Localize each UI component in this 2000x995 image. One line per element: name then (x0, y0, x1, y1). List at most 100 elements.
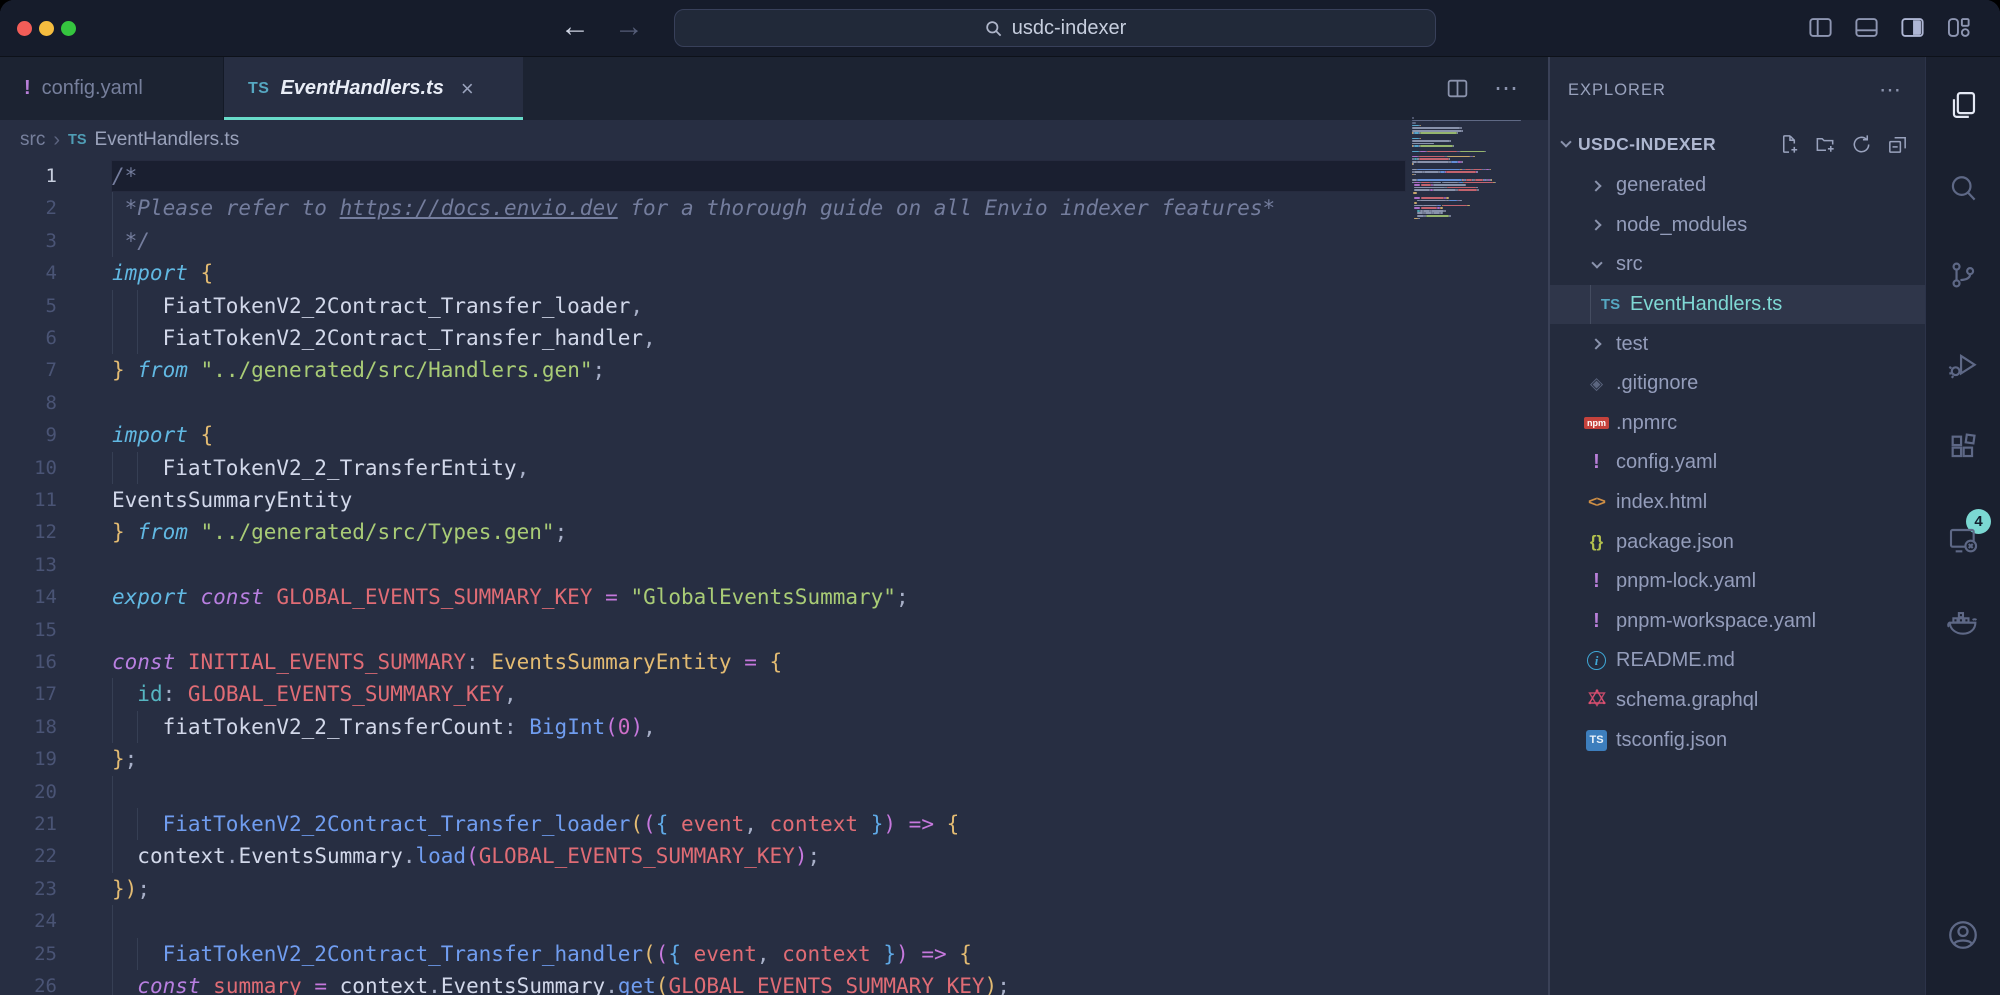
breadcrumb-separator: › (53, 129, 60, 152)
tree-item-config-yaml[interactable]: ! config.yaml (1550, 443, 1925, 483)
code-line: 8 (0, 387, 1548, 419)
tree-item-label: test (1616, 333, 1648, 356)
tree-item-label: README.md (1616, 649, 1735, 672)
tree-item--npmrc[interactable]: npm .npmrc (1550, 404, 1925, 444)
tree-item-src[interactable]: src (1550, 245, 1925, 285)
tab-bar: ! config.yaml TS EventHandlers.ts × ⋯ (0, 57, 1548, 120)
tree-item-label: package.json (1616, 531, 1734, 554)
warning-file-icon: ! (1593, 451, 1600, 474)
tree-item-package-json[interactable]: {} package.json (1550, 522, 1925, 562)
refresh-icon[interactable] (1850, 133, 1873, 156)
tree-item-label: config.yaml (1616, 451, 1717, 474)
chevron-right-icon (1590, 339, 1601, 350)
vscode-window: ← → usdc-indexer ! config.yaml TS EventH… (0, 0, 2000, 995)
search-value: usdc-indexer (1012, 17, 1127, 40)
navigate-back-button[interactable]: ← (560, 0, 590, 57)
command-center-search[interactable]: usdc-indexer (674, 9, 1436, 47)
tree-item-pnpm-lock-yaml[interactable]: !pnpm-lock.yaml (1550, 562, 1925, 602)
code-line: 18 fiatTokenV2_2_TransferCount: BigInt(0… (0, 711, 1548, 743)
code-editor[interactable]: 1/*2 *Please refer to https://docs.envio… (0, 160, 1548, 995)
chevron-right-icon (1590, 180, 1601, 191)
run-debug-icon[interactable] (1948, 350, 1979, 381)
tree-item-label: generated (1616, 174, 1706, 197)
file-tree: generatednode_modulessrcTSEventHandlers.… (1550, 166, 1925, 760)
typescript-file-icon: TS (248, 80, 269, 98)
workspace-section-header[interactable]: USDC-INDEXER (1550, 124, 1925, 164)
tree-item-pnpm-workspace-yaml[interactable]: ! pnpm-workspace.yaml (1550, 602, 1925, 642)
tree-item-tsconfig-json[interactable]: TS tsconfig.json (1550, 720, 1925, 760)
tsblue-file-icon: TS (1586, 730, 1607, 751)
code-line: 13 (0, 549, 1548, 581)
toggle-primary-sidebar-icon[interactable] (1807, 14, 1834, 41)
minimize-window-button[interactable] (39, 21, 54, 36)
chevron-down-icon (1560, 136, 1571, 147)
code-line: 15 (0, 614, 1548, 646)
editor-group: ! config.yaml TS EventHandlers.ts × ⋯ sr… (0, 57, 1548, 995)
code-line: 4import { (0, 257, 1548, 289)
tree-item-label: EventHandlers.ts (1630, 293, 1782, 316)
docker-icon[interactable] (1947, 606, 1980, 639)
tree-item-eventhandlers-ts[interactable]: TSEventHandlers.ts (1550, 285, 1925, 325)
extensions-icon[interactable] (1948, 432, 1979, 463)
source-control-icon[interactable] (1948, 260, 1979, 291)
tree-item-generated[interactable]: generated (1550, 166, 1925, 206)
chevron-right-icon (1590, 220, 1601, 231)
tab-label: EventHandlers.ts (280, 77, 443, 100)
tree-item-readme-md[interactable]: i README.md (1550, 641, 1925, 681)
code-line: 17 id: GLOBAL_EVENTS_SUMMARY_KEY, (0, 678, 1548, 710)
code-line: 24 (0, 905, 1548, 937)
code-line: 23}); (0, 873, 1548, 905)
typescript-file-icon: TS (68, 132, 87, 148)
code-line: 1/* (0, 160, 1548, 192)
tab-label: config.yaml (42, 77, 143, 100)
customize-layout-icon[interactable] (1945, 14, 1972, 41)
graphql-file-icon (1587, 688, 1607, 714)
toggle-panel-icon[interactable] (1853, 14, 1880, 41)
explorer-more-actions-icon[interactable]: ⋯ (1879, 77, 1903, 103)
navigate-forward-button[interactable]: → (614, 0, 644, 57)
html-file-icon: <> (1588, 494, 1605, 512)
close-window-button[interactable] (17, 21, 32, 36)
tree-item-label: schema.graphql (1616, 689, 1758, 712)
zoom-window-button[interactable] (61, 21, 76, 36)
code-line: 21 FiatTokenV2_2Contract_Transfer_loader… (0, 808, 1548, 840)
warning-file-icon: ! (1593, 610, 1600, 633)
code-line: 26 const summary = context.EventsSummary… (0, 970, 1548, 995)
tree-item--gitignore[interactable]: ◈.gitignore (1550, 364, 1925, 404)
breadcrumb: src › TS EventHandlers.ts (0, 120, 1548, 160)
chevron-down-icon (1591, 257, 1602, 268)
explorer-activity-icon[interactable] (1948, 90, 1979, 121)
new-folder-icon[interactable] (1814, 133, 1837, 156)
tree-item-label: pnpm-workspace.yaml (1616, 610, 1816, 633)
tree-item-node-modules[interactable]: node_modules (1550, 206, 1925, 246)
json-file-icon: {} (1590, 532, 1603, 552)
tab-config-yaml[interactable]: ! config.yaml (0, 57, 224, 120)
code-line: 16const INITIAL_EVENTS_SUMMARY: EventsSu… (0, 646, 1548, 678)
code-line: 19}; (0, 743, 1548, 775)
code-line: 2 *Please refer to https://docs.envio.de… (0, 192, 1548, 224)
git-file-icon: ◈ (1590, 374, 1603, 394)
account-icon[interactable] (1946, 918, 1980, 952)
tab-eventhandlers-ts[interactable]: TS EventHandlers.ts × (224, 57, 523, 120)
tree-item-label: pnpm-lock.yaml (1616, 570, 1756, 593)
breadcrumb-folder[interactable]: src (20, 129, 45, 151)
npm-file-icon: npm (1584, 417, 1609, 429)
minimap[interactable] (1404, 117, 1534, 229)
close-tab-icon[interactable]: × (461, 76, 474, 102)
search-activity-icon[interactable] (1948, 173, 1979, 204)
workspace-name: USDC-INDEXER (1578, 134, 1716, 155)
code-line: 11EventsSummaryEntity (0, 484, 1548, 516)
tree-item-index-html[interactable]: <>index.html (1550, 483, 1925, 523)
collapse-folders-icon[interactable] (1886, 133, 1909, 156)
tree-item-schema-graphql[interactable]: schema.graphql (1550, 681, 1925, 721)
tree-item-label: .npmrc (1616, 412, 1677, 435)
tree-item-label: tsconfig.json (1616, 729, 1727, 752)
tree-item-test[interactable]: test (1550, 324, 1925, 364)
new-file-icon[interactable] (1778, 133, 1801, 156)
split-editor-icon[interactable] (1445, 76, 1470, 101)
toggle-secondary-sidebar-icon[interactable] (1899, 14, 1926, 41)
remote-explorer-icon[interactable] (1947, 524, 1979, 556)
more-actions-icon[interactable]: ⋯ (1494, 74, 1520, 103)
breadcrumb-file[interactable]: EventHandlers.ts (95, 129, 240, 151)
info-file-icon: i (1587, 651, 1606, 670)
